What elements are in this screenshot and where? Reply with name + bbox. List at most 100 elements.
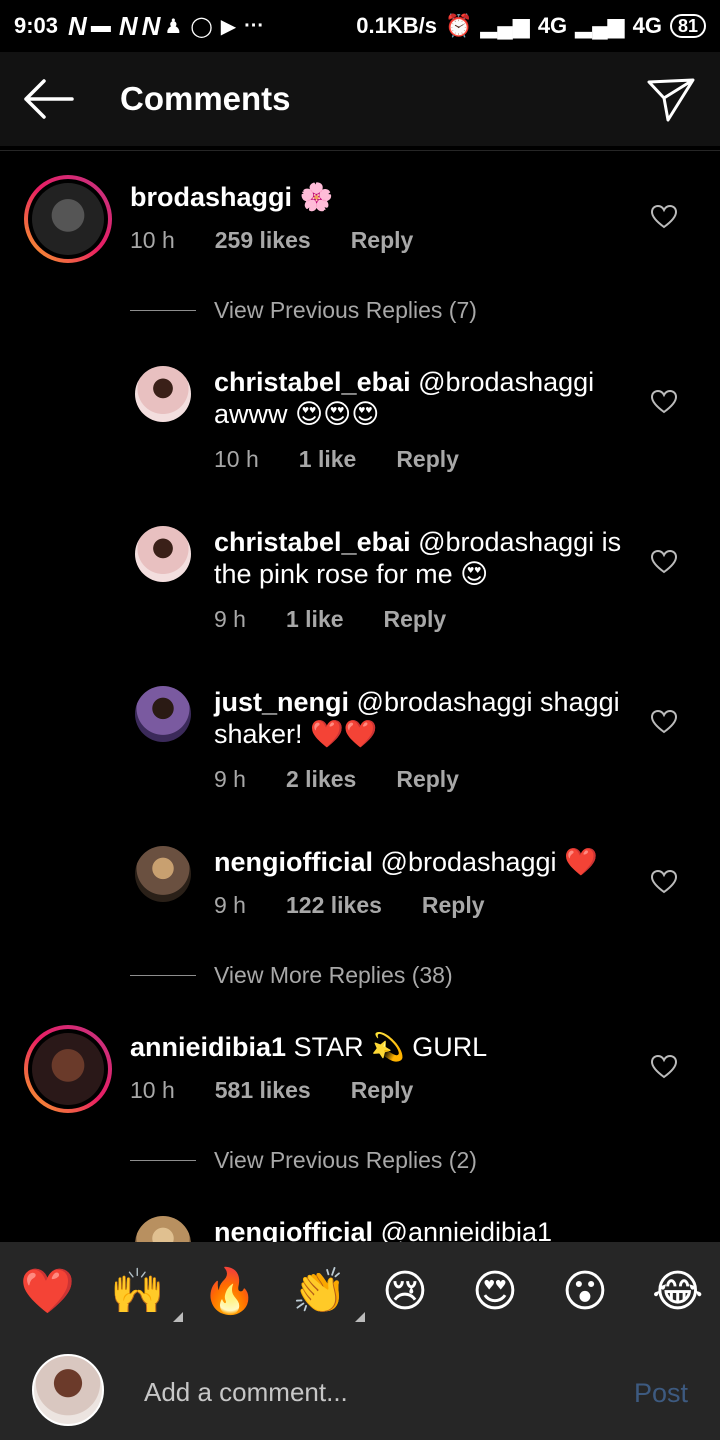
emoji-crying-button[interactable]: 😢 (382, 1266, 428, 1318)
comment-meta: 10 h 581 likes Reply (130, 1077, 453, 1104)
comment-likes[interactable]: 1 like (299, 446, 357, 473)
reply-button[interactable]: Reply (396, 766, 459, 793)
comment-body: @annieidibia1 (380, 1217, 553, 1242)
comments-list[interactable]: brodashaggi 🌸 10 h 259 likes Reply View … (0, 151, 720, 1242)
battery-indicator: 81 (669, 14, 706, 38)
person-add-icon: ♟ (164, 15, 183, 38)
back-arrow-icon[interactable] (22, 78, 74, 120)
comment-text: christabel_ebai @brodashaggi is the pink… (214, 526, 624, 590)
avatar[interactable] (24, 175, 112, 263)
emoji-clap-button[interactable]: 👏 (292, 1266, 365, 1322)
reply-button[interactable]: Reply (351, 1077, 414, 1104)
comment-meta: 10 h 1 like Reply (214, 446, 499, 473)
comment-likes[interactable]: 122 likes (286, 892, 382, 919)
signal-icon: ▂▄▆ (480, 13, 530, 38)
emoji-heart-button[interactable]: ❤️ (20, 1266, 75, 1318)
signal-icon: ▂▄▆ (575, 13, 625, 38)
like-heart-icon[interactable] (651, 710, 677, 734)
comment-time: 9 h (214, 892, 246, 918)
view-replies-label[interactable]: View Previous Replies (2) (214, 1147, 477, 1174)
replies-divider (130, 1160, 196, 1161)
emoji-glyph: 🙌 (110, 1267, 165, 1316)
avatar[interactable] (135, 686, 191, 742)
status-time: 9:03 (14, 13, 59, 38)
page-title: Comments (120, 80, 291, 117)
emoji-laughing-button[interactable]: 😂 (652, 1266, 703, 1318)
post-button[interactable]: Post (634, 1378, 688, 1409)
view-replies[interactable]: View Previous Replies (2) (130, 1147, 477, 1174)
view-replies-label[interactable]: View Previous Replies (7) (214, 297, 477, 324)
comment-meta: 9 h 2 likes Reply (214, 766, 499, 793)
avatar[interactable] (135, 1216, 191, 1242)
more-dots-icon: ··· (244, 14, 265, 37)
comment-meta: 10 h 259 likes Reply (130, 227, 453, 254)
app-n-icon: N (141, 10, 161, 41)
avatar[interactable] (135, 526, 191, 582)
comment-likes[interactable]: 259 likes (215, 227, 311, 254)
view-replies[interactable]: View Previous Replies (7) (130, 297, 477, 324)
my-avatar (32, 1354, 104, 1426)
network-speed: 0.1KB/s (356, 13, 437, 38)
comment-time: 10 h (130, 227, 175, 253)
comment-username[interactable]: brodashaggi (130, 182, 292, 212)
emoji-heart-eyes-button[interactable]: 😍 (472, 1266, 518, 1318)
comment-meta: 9 h 1 like Reply (214, 606, 486, 633)
comment-username[interactable]: just_nengi (214, 687, 349, 717)
whatsapp-icon: ◯ (190, 15, 213, 38)
comment-likes[interactable]: 1 like (286, 606, 344, 633)
comment-username[interactable]: annieidibia1 (130, 1032, 286, 1062)
comment-body: @brodashaggi ❤️ (380, 847, 598, 877)
avatar[interactable] (135, 846, 191, 902)
comment-likes[interactable]: 581 likes (215, 1077, 311, 1104)
like-heart-icon[interactable] (651, 1055, 677, 1079)
header: Comments (0, 52, 720, 146)
like-heart-icon[interactable] (651, 870, 677, 894)
youtube-icon: ▶ (220, 15, 237, 38)
comment-username[interactable]: christabel_ebai (214, 527, 411, 557)
like-heart-icon[interactable] (651, 205, 677, 229)
like-heart-icon[interactable] (651, 390, 677, 414)
view-replies-label[interactable]: View More Replies (38) (214, 962, 453, 989)
comment-time: 10 h (130, 1077, 175, 1103)
replies-divider (130, 975, 196, 976)
reply-button[interactable]: Reply (396, 446, 459, 473)
comment-text: christabel_ebai @brodashaggi awww 😍😍😍 (214, 366, 614, 430)
comment-input[interactable] (144, 1372, 584, 1412)
message-icon: ▬ (90, 14, 111, 37)
network-type-2: 4G (632, 13, 662, 38)
comment-input-bar: Post (0, 1342, 720, 1440)
emoji-glyph: 👏 (292, 1267, 347, 1316)
direct-message-icon[interactable] (646, 74, 696, 124)
avatar[interactable] (24, 1025, 112, 1113)
skin-tone-indicator-icon (354, 1312, 365, 1322)
skin-tone-indicator-icon (172, 1312, 183, 1322)
comment-text: nengiofficial @brodashaggi ❤️ (214, 846, 624, 878)
emoji-bar: ❤️ 🙌 🔥 👏 😢 😍 😮 😂 (0, 1242, 720, 1342)
network-type-1: 4G (537, 13, 568, 38)
reply-button[interactable]: Reply (422, 892, 485, 919)
comment-time: 9 h (214, 606, 246, 632)
comment-text: annieidibia1 STAR 💫 GURL (130, 1031, 610, 1063)
comment-username[interactable]: nengiofficial (214, 847, 373, 877)
comment-time: 10 h (214, 446, 259, 472)
comment-meta: 9 h 122 likes Reply (214, 892, 525, 919)
comment-time: 9 h (214, 766, 246, 792)
app-n-icon: N (118, 10, 138, 41)
avatar[interactable] (135, 366, 191, 422)
reply-button[interactable]: Reply (384, 606, 447, 633)
view-replies[interactable]: View More Replies (38) (130, 962, 453, 989)
comment-body: 🌸 (299, 182, 334, 212)
replies-divider (130, 310, 196, 311)
comment-username[interactable]: christabel_ebai (214, 367, 411, 397)
reply-button[interactable]: Reply (351, 227, 414, 254)
emoji-surprised-button[interactable]: 😮 (562, 1266, 608, 1318)
like-heart-icon[interactable] (651, 550, 677, 574)
emoji-fire-button[interactable]: 🔥 (202, 1266, 257, 1318)
status-bar: 9:03 N ▬ N N ♟ ◯ ▶ ··· 0.1KB/s ⏰ ▂▄▆ 4G … (0, 0, 720, 52)
comment-text: brodashaggi 🌸 (130, 181, 610, 213)
comment-likes[interactable]: 2 likes (286, 766, 356, 793)
comment-username[interactable]: nengiofficial (214, 1217, 373, 1242)
comment-text: nengiofficial @annieidibia1 (214, 1216, 624, 1242)
app-n-icon: N (68, 10, 87, 41)
emoji-raised-hands-button[interactable]: 🙌 (110, 1266, 183, 1322)
